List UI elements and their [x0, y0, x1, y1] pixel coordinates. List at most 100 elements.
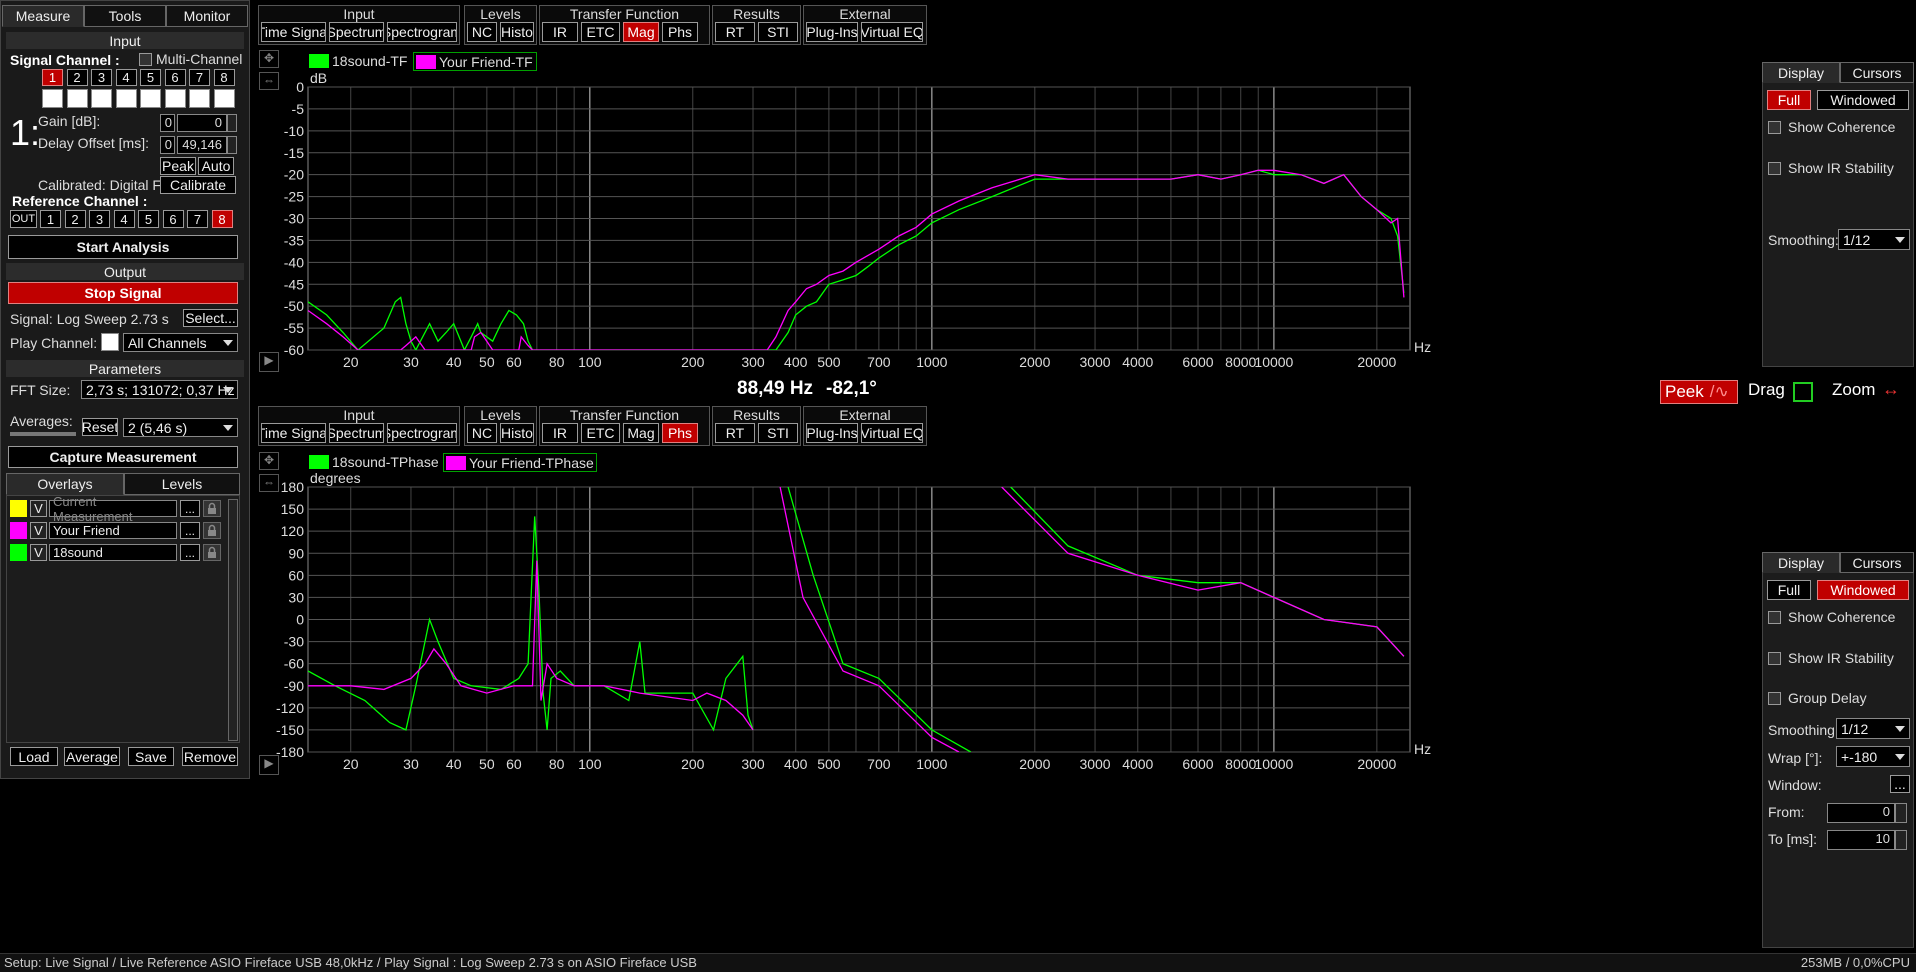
signal-channel-8-button[interactable]: 8	[213, 69, 235, 86]
overlay-color-swatch[interactable]	[10, 500, 27, 517]
top-legend-item-1[interactable]: 18sound-TF	[307, 52, 409, 71]
overlay-name[interactable]: Current Measurement	[49, 494, 177, 524]
top-virtual-eq-button[interactable]: Virtual EQ	[861, 22, 923, 42]
show-coherence-checkbox-top[interactable]	[1768, 121, 1781, 134]
start-analysis-button[interactable]: Start Analysis	[8, 235, 238, 259]
wrap-select[interactable]: +-180	[1836, 746, 1910, 767]
remove-button[interactable]: Remove	[182, 747, 238, 766]
channel-1-color-swatch[interactable]	[42, 89, 63, 108]
delay-small-field[interactable]: 0	[160, 136, 175, 154]
tab-display-top[interactable]: Display	[1762, 62, 1840, 83]
overlay-color-swatch[interactable]	[10, 544, 27, 561]
pan-icon[interactable]: ✥	[259, 452, 279, 470]
full-button-top[interactable]: Full	[1767, 90, 1811, 110]
drag-icon[interactable]	[1793, 382, 1813, 402]
smoothing-select-bottom[interactable]: 1/12	[1836, 718, 1910, 739]
bottom-phs-button[interactable]: Phs	[662, 423, 698, 443]
full-button-bottom[interactable]: Full	[1767, 580, 1811, 600]
bottom-mag-button[interactable]: Mag	[623, 423, 659, 443]
stop-signal-button[interactable]: Stop Signal	[8, 282, 238, 304]
bottom-sti-button[interactable]: STI	[758, 423, 798, 443]
bottom-plug-ins-button[interactable]: Plug-Ins	[806, 423, 858, 443]
gain-field[interactable]: 0	[177, 114, 227, 132]
group-delay-checkbox[interactable]	[1768, 692, 1781, 705]
bottom-spectrum-button[interactable]: Spectrum	[329, 423, 384, 443]
bottom-rt-button[interactable]: RT	[715, 423, 755, 443]
tab-monitor[interactable]: Monitor	[166, 5, 248, 27]
overlay-name[interactable]: 18sound	[49, 544, 177, 561]
channel-7-color-swatch[interactable]	[189, 89, 210, 108]
reference-channel-1-button[interactable]: 1	[40, 210, 61, 228]
averages-select[interactable]: 2 (5,46 s)	[123, 418, 238, 437]
windowed-button-bottom[interactable]: Windowed	[1817, 580, 1909, 600]
zoom-label[interactable]: Zoom	[1832, 380, 1875, 400]
multi-channel-checkbox[interactable]	[139, 53, 152, 66]
delay-spinner[interactable]	[227, 136, 237, 154]
lock-icon[interactable]	[203, 544, 221, 561]
top-mag-button[interactable]: Mag	[623, 22, 659, 42]
windowed-button-top[interactable]: Windowed	[1817, 90, 1909, 110]
delay-field[interactable]: 49,146	[177, 136, 227, 154]
overlay-visibility-toggle[interactable]: V	[30, 500, 47, 517]
channel-6-color-swatch[interactable]	[164, 89, 186, 108]
bottom-nc-button[interactable]: NC	[467, 423, 497, 443]
overlay-color-swatch[interactable]	[10, 522, 27, 539]
top-phs-button[interactable]: Phs	[662, 22, 698, 42]
top-sti-button[interactable]: STI	[758, 22, 798, 42]
bottom-legend-item-1[interactable]: 18sound-TPhase	[307, 453, 439, 472]
reference-channel-8-button[interactable]: 8	[211, 210, 233, 228]
average-button[interactable]: Average	[64, 747, 120, 766]
reset-button[interactable]: Reset	[82, 418, 118, 436]
overlays-scrollbar[interactable]	[228, 499, 238, 741]
from-field[interactable]: 0	[1827, 803, 1895, 823]
gain-small-field[interactable]: 0	[160, 114, 175, 132]
bottom-histo-button[interactable]: Histo	[500, 423, 534, 443]
bottom-etc-button[interactable]: ETC	[581, 423, 620, 443]
bottom-time-signal-button[interactable]: Time Signal	[261, 423, 326, 443]
signal-channel-5-button[interactable]: 5	[140, 69, 161, 86]
signal-channel-6-button[interactable]: 6	[164, 69, 186, 86]
from-spinner[interactable]	[1895, 803, 1907, 823]
zoom-x-icon[interactable]: ⇔	[259, 72, 279, 90]
top-plug-ins-button[interactable]: Plug-Ins	[806, 22, 858, 42]
top-histo-button[interactable]: Histo	[500, 22, 534, 42]
channel-2-color-swatch[interactable]	[66, 89, 88, 108]
reference-channel-2-button[interactable]: 2	[64, 210, 86, 228]
reference-channel-3-button[interactable]: 3	[89, 210, 110, 228]
overlay-visibility-toggle[interactable]: V	[30, 522, 47, 539]
pan-icon[interactable]: ✥	[259, 50, 279, 68]
signal-channel-1-button[interactable]: 1	[42, 69, 63, 86]
show-ir-stability-checkbox-bottom[interactable]	[1768, 652, 1781, 665]
channel-4-color-swatch[interactable]	[115, 89, 137, 108]
select-button[interactable]: Select...	[183, 309, 238, 327]
signal-channel-2-button[interactable]: 2	[66, 69, 88, 86]
signal-channel-4-button[interactable]: 4	[115, 69, 137, 86]
top-spectrogram-button[interactable]: Spectrogram	[387, 22, 457, 42]
show-coherence-checkbox-bottom[interactable]	[1768, 611, 1781, 624]
phase-chart[interactable]: 1801501209060300-30-60-90-120-150-18020 3…	[255, 450, 1435, 775]
load-button[interactable]: Load	[10, 747, 58, 766]
window-button[interactable]: ...	[1890, 775, 1910, 793]
overlay-options-button[interactable]: ...	[180, 544, 200, 561]
smoothing-select-top[interactable]: 1/12	[1838, 229, 1910, 250]
overlay-options-button[interactable]: ...	[180, 522, 200, 539]
channel-8-color-swatch[interactable]	[213, 89, 235, 108]
play-channel-select[interactable]: All Channels	[123, 333, 238, 352]
bottom-ir-button[interactable]: IR	[542, 423, 578, 443]
top-nc-button[interactable]: NC	[467, 22, 497, 42]
reference-channel-7-button[interactable]: 7	[187, 210, 208, 228]
tab-cursors-top[interactable]: Cursors	[1840, 62, 1914, 83]
tab-overlays[interactable]: Overlays	[6, 473, 124, 495]
play-icon[interactable]: ▶	[259, 352, 279, 372]
gain-spinner[interactable]	[227, 114, 237, 132]
to-field[interactable]: 10	[1827, 830, 1895, 850]
overlay-options-button[interactable]: ...	[180, 500, 200, 517]
bottom-spectrogram-button[interactable]: Spectrogram	[387, 423, 457, 443]
capture-measurement-button[interactable]: Capture Measurement	[8, 446, 238, 468]
bottom-legend-item-2[interactable]: Your Friend-TPhase	[443, 453, 597, 472]
top-ir-button[interactable]: IR	[542, 22, 578, 42]
reference-channel-6-button[interactable]: 6	[162, 210, 184, 228]
reference-channel-out-button[interactable]: OUT	[10, 210, 37, 228]
peak-button[interactable]: Peak	[160, 157, 196, 175]
tab-measure[interactable]: Measure	[2, 5, 84, 27]
